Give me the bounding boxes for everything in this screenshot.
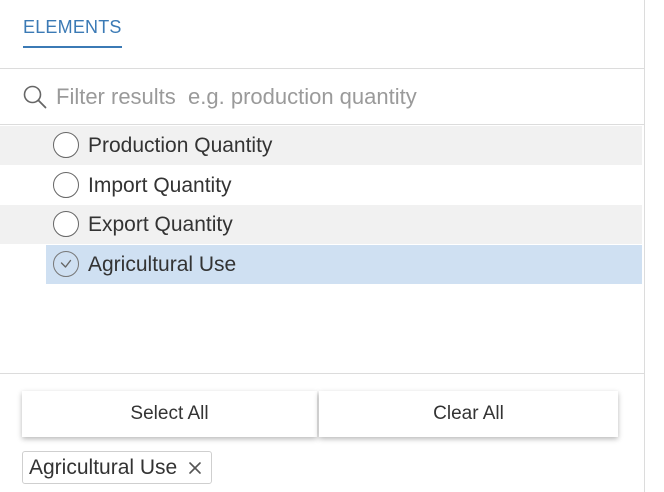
footer: Select All Clear All Agricultural Use [0,373,645,492]
elements-panel: ELEMENTS Production Quantity Import Quan… [0,0,645,492]
close-icon[interactable] [187,460,203,476]
select-all-button[interactable]: Select All [22,391,317,437]
list-item-import-quantity[interactable]: Import Quantity [0,166,642,205]
list-item-export-quantity[interactable]: Export Quantity [0,205,642,244]
list-item-label: Export Quantity [88,213,233,236]
search-bar [0,70,645,125]
list-item-label: Import Quantity [88,174,232,197]
selected-chip-agricultural-use: Agricultural Use [22,451,213,484]
list-item-label: Agricultural Use [88,253,237,276]
chip-label: Agricultural Use [29,455,178,479]
radio-button[interactable] [53,132,79,158]
checkmark-icon [60,259,72,268]
search-icon [22,84,48,110]
list-item-production-quantity[interactable]: Production Quantity [0,126,642,165]
radio-button[interactable] [53,172,79,198]
clear-all-button[interactable]: Clear All [319,391,618,437]
tab-elements[interactable]: ELEMENTS [23,17,122,48]
search-input[interactable] [56,80,626,114]
list-item-agricultural-use[interactable]: Agricultural Use [46,245,642,284]
radio-button-checked[interactable] [53,251,79,277]
elements-list: Production Quantity Import Quantity Expo… [0,126,645,373]
tab-bar: ELEMENTS [0,0,645,69]
radio-button[interactable] [53,211,79,237]
list-item-label: Production Quantity [88,134,273,157]
